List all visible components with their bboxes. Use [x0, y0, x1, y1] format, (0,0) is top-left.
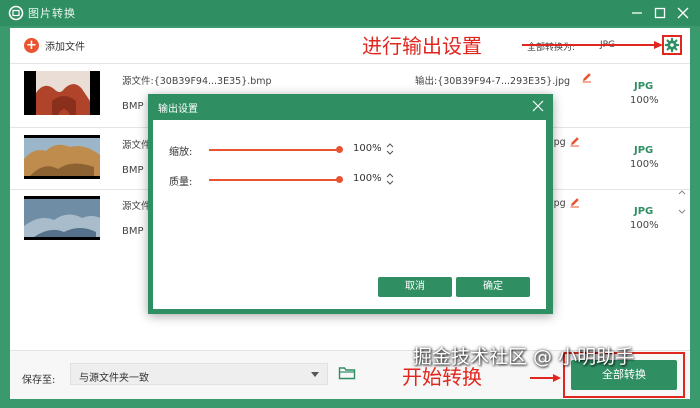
title-bar: 图片转换: [0, 0, 700, 26]
pencil-icon[interactable]: [569, 196, 581, 208]
output-settings-dialog: 输出设置 缩放: 100% 质量: 100% 取消 确定: [148, 94, 553, 314]
save-to-select[interactable]: 与源文件夹一致: [70, 363, 328, 385]
quality-stepper[interactable]: 100%: [349, 170, 399, 188]
arrow-right-icon: [530, 374, 561, 382]
output-format[interactable]: JPG: [634, 81, 653, 92]
confirm-button[interactable]: 确定: [456, 277, 530, 297]
app-logo-icon: [8, 5, 24, 21]
dialog-title: 输出设置: [158, 104, 198, 115]
save-to-value: 与源文件夹一致: [79, 373, 149, 384]
scale-slider[interactable]: [209, 149, 339, 151]
pencil-icon[interactable]: [581, 71, 593, 83]
thumbnail-image: [24, 135, 100, 179]
thumbnail-image: [24, 196, 100, 240]
settings-annotation: 进行输出设置: [362, 34, 482, 58]
folder-icon[interactable]: [338, 365, 356, 381]
source-file-name: 源文件: [122, 201, 151, 212]
scale-stepper[interactable]: 100%: [349, 140, 399, 158]
cancel-button[interactable]: 取消: [378, 277, 452, 297]
maximize-icon[interactable]: [651, 4, 669, 22]
scale-value: 100%: [353, 143, 382, 154]
quality-label: 质量:: [169, 177, 193, 188]
output-file-name: 输出:{30B39F94-7...293E35}.jpg: [415, 76, 571, 87]
add-file-label: 添加文件: [45, 41, 85, 53]
watermark-text: 掘金技术社区 @ 小明助手: [413, 346, 635, 368]
output-quality: 100%: [630, 159, 659, 170]
output-file-name: jpg: [551, 198, 566, 209]
dialog-header: 输出设置: [148, 94, 553, 118]
output-quality: 100%: [630, 95, 659, 106]
gear-icon: [664, 37, 680, 53]
output-format[interactable]: JPG: [634, 145, 653, 156]
output-quality: 100%: [630, 220, 659, 231]
source-format: BMP: [122, 226, 144, 237]
add-file-button[interactable]: + 添加文件: [24, 36, 85, 54]
arrow-right-icon: [522, 41, 663, 49]
minimize-icon[interactable]: [628, 4, 646, 22]
source-format: BMP: [122, 101, 144, 112]
source-format: BMP: [122, 165, 144, 176]
scale-label: 缩放:: [169, 147, 193, 158]
source-file-name: 源文件:{30B39F94...3E35}.bmp: [122, 76, 272, 87]
plus-icon: +: [24, 37, 39, 53]
dialog-body: 缩放: 100% 质量: 100% 取消 确定: [153, 120, 546, 309]
scroll-arrows[interactable]: [677, 188, 687, 218]
output-format[interactable]: JPG: [634, 206, 653, 217]
window-title: 图片转换: [28, 7, 76, 20]
pencil-icon[interactable]: [569, 135, 581, 147]
spinner-icon[interactable]: [385, 171, 395, 187]
settings-button[interactable]: [662, 35, 682, 55]
quality-slider[interactable]: [209, 179, 339, 181]
thumbnail-image: [24, 71, 100, 115]
toolbar: + 添加文件 全部转换为: JPG 进行输出设置: [10, 28, 690, 62]
app-window: 图片转换 + 添加文件 全部转换为: JPG 进行输出设置 源文件:{30B39…: [0, 0, 700, 408]
close-icon[interactable]: [531, 99, 545, 113]
spinner-icon[interactable]: [385, 141, 395, 157]
quality-value: 100%: [353, 173, 382, 184]
save-to-label: 保存至:: [22, 375, 56, 386]
chevron-down-icon: [311, 372, 319, 377]
divider: [10, 63, 690, 64]
scale-slider-handle[interactable]: [336, 146, 343, 153]
output-file-name: jpg: [551, 137, 566, 148]
quality-slider-handle[interactable]: [336, 176, 343, 183]
source-file-name: 源文件: [122, 140, 151, 151]
close-icon[interactable]: [674, 4, 692, 22]
